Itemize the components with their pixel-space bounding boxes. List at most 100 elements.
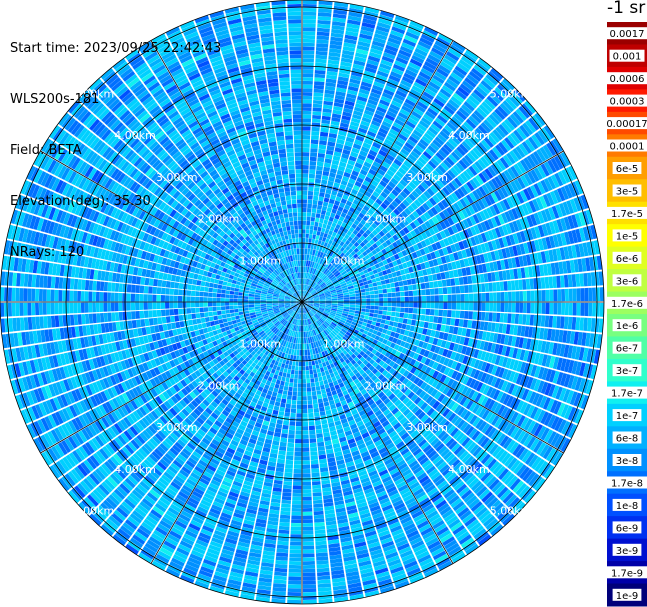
range-gate-cell (304, 343, 307, 350)
range-gate-cell (395, 312, 400, 318)
range-gate-cell (306, 378, 311, 384)
range-gate-cell (312, 230, 317, 235)
range-gate-cell (343, 297, 350, 300)
range-gate-cell (317, 204, 323, 210)
range-gate-cell (313, 92, 324, 97)
range-gate-cell (297, 383, 302, 388)
range-gate-cell (302, 379, 306, 384)
range-gate-cell (293, 349, 297, 356)
range-gate-cell (302, 220, 306, 225)
range-gate-cell (280, 437, 288, 443)
range-gate-cell (298, 366, 302, 371)
range-gate-cell (287, 438, 295, 444)
range-gate-cell (369, 312, 374, 317)
range-gate-cell (302, 493, 312, 497)
range-gate-cell (291, 508, 302, 512)
range-gate-cell (320, 389, 327, 394)
range-gate-cell (379, 302, 384, 306)
range-gate-cell (311, 360, 316, 366)
range-gate-cell (307, 408, 314, 414)
range-gate-cell (314, 217, 320, 223)
range-gate-cell (500, 292, 505, 302)
range-gate-cell (324, 370, 330, 376)
range-gate-cell (310, 221, 315, 226)
range-gate-cell (277, 458, 285, 464)
range-gate-cell (377, 314, 383, 319)
range-gate-cell (408, 307, 414, 314)
range-gate-cell (319, 467, 329, 473)
range-gate-cell (302, 195, 308, 200)
range-gate-cell (488, 312, 493, 322)
range-gate-cell (315, 213, 321, 219)
range-gate-cell (384, 279, 390, 284)
range-gate-cell (319, 231, 325, 237)
range-gate-cell (459, 285, 465, 294)
range-gate-cell (499, 313, 505, 323)
range-gate-cell (316, 35, 330, 41)
range-gate-cell (476, 311, 482, 321)
range-gate-cell (314, 420, 322, 426)
range-gate-cell (302, 477, 311, 482)
range-gate-cell (290, 412, 296, 418)
range-gate-cell (317, 153, 325, 159)
range-gate-cell (451, 286, 456, 294)
range-gate-cell (504, 302, 509, 313)
range-gate-cell (390, 282, 395, 288)
range-gate-cell (366, 302, 371, 306)
range-gate-cell (293, 468, 302, 474)
range-gate-cell (290, 408, 297, 414)
range-gate-cell (302, 147, 310, 153)
range-gate-cell (314, 178, 322, 184)
range-gate-cell (526, 290, 531, 302)
range-gate-cell (404, 302, 409, 308)
range-gate-cell (456, 302, 461, 310)
range-gate-cell (280, 507, 291, 512)
range-gate-cell (473, 302, 478, 311)
range-gate-cell (404, 291, 409, 297)
range-gate-cell (337, 299, 344, 302)
range-gate-cell (307, 199, 313, 204)
range-gate-cell (323, 401, 330, 407)
range-gate-cell (445, 279, 451, 287)
range-gate-cell (297, 391, 302, 397)
range-gate-cell (399, 312, 405, 318)
range-gate-cell (309, 156, 317, 162)
range-gate-cell (580, 302, 585, 316)
range-gate-cell (370, 302, 375, 306)
range-gate-cell (313, 99, 323, 105)
range-gate-cell (292, 361, 296, 366)
range-gate-cell (318, 222, 323, 228)
range-gate-cell (320, 127, 329, 133)
range-gate-cell (366, 298, 371, 302)
range-gate-cell (391, 306, 396, 312)
range-gate-cell (302, 229, 306, 234)
range-gate-cell (592, 302, 597, 317)
range-gate-cell (283, 476, 293, 482)
range-gate-cell (290, 369, 295, 375)
range-gate-cell (302, 186, 308, 191)
range-gate-cell (407, 313, 413, 320)
range-gate-cell (302, 464, 311, 469)
range-gate-cell (434, 288, 439, 295)
range-gate-cell (290, 374, 295, 379)
range-gate-cell (302, 460, 310, 465)
range-gate-cell (302, 11, 317, 16)
range-gate-cell (433, 316, 439, 323)
range-gate-cell (481, 283, 486, 293)
range-gate-cell (302, 110, 312, 115)
range-gate-cell (561, 289, 566, 302)
range-gate-cell (375, 322, 381, 327)
range-gate-cell (302, 50, 315, 55)
range-gate-cell (406, 279, 412, 285)
range-gate-cell (292, 481, 302, 486)
range-gate-cell (451, 302, 457, 310)
range-gate-cell (281, 495, 292, 501)
range-gate-cell (302, 413, 308, 418)
range-gate-cell (302, 561, 315, 566)
range-gate-cell (302, 88, 313, 93)
range-gate-cell (284, 381, 290, 387)
range-gate-cell (302, 84, 313, 89)
range-gate-cell (481, 302, 486, 312)
range-gate-cell (302, 216, 307, 221)
range-gate-cell (507, 280, 512, 291)
